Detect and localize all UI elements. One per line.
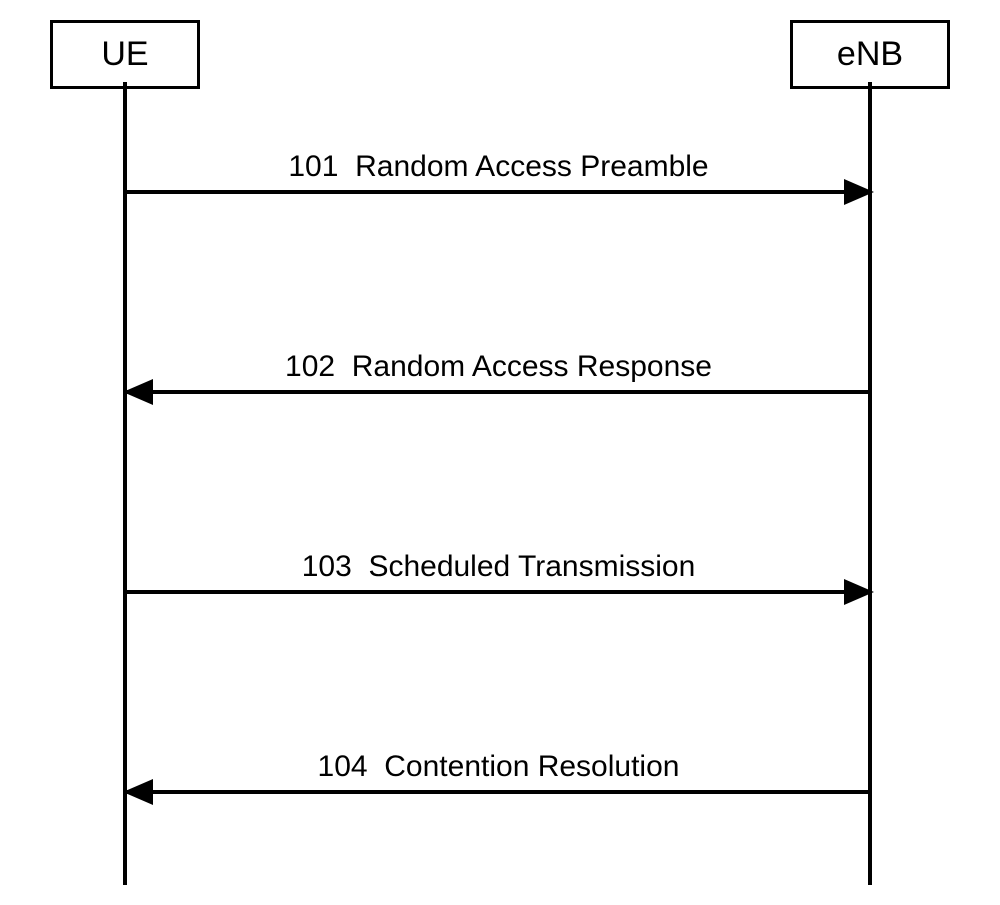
message-1-num: 101 bbox=[288, 150, 338, 183]
message-4-label: 104 Contention Resolution bbox=[125, 750, 872, 784]
message-2-text: Random Access Response bbox=[352, 350, 712, 383]
actor-enb-box: eNB bbox=[790, 20, 950, 89]
arrow-left-icon bbox=[125, 790, 872, 794]
message-2-label: 102 Random Access Response bbox=[125, 350, 872, 384]
message-2-num: 102 bbox=[285, 350, 335, 383]
message-1: 101 Random Access Preamble bbox=[125, 150, 872, 194]
actor-enb-label: eNB bbox=[837, 35, 903, 73]
message-1-text: Random Access Preamble bbox=[355, 150, 709, 183]
message-4-num: 104 bbox=[318, 750, 368, 783]
message-3-text: Scheduled Transmission bbox=[368, 550, 695, 583]
arrow-left-icon bbox=[125, 390, 872, 394]
message-4-text: Contention Resolution bbox=[384, 750, 679, 783]
message-1-label: 101 Random Access Preamble bbox=[125, 150, 872, 184]
actor-ue-label: UE bbox=[101, 35, 148, 73]
actor-ue-box: UE bbox=[50, 20, 200, 89]
arrow-right-icon bbox=[125, 590, 872, 594]
message-2: 102 Random Access Response bbox=[125, 350, 872, 394]
message-3: 103 Scheduled Transmission bbox=[125, 550, 872, 594]
message-3-label: 103 Scheduled Transmission bbox=[125, 550, 872, 584]
message-4: 104 Contention Resolution bbox=[125, 750, 872, 794]
message-3-num: 103 bbox=[302, 550, 352, 583]
arrow-right-icon bbox=[125, 190, 872, 194]
sequence-diagram: UE eNB 101 Random Access Preamble 102 Ra… bbox=[40, 20, 960, 885]
